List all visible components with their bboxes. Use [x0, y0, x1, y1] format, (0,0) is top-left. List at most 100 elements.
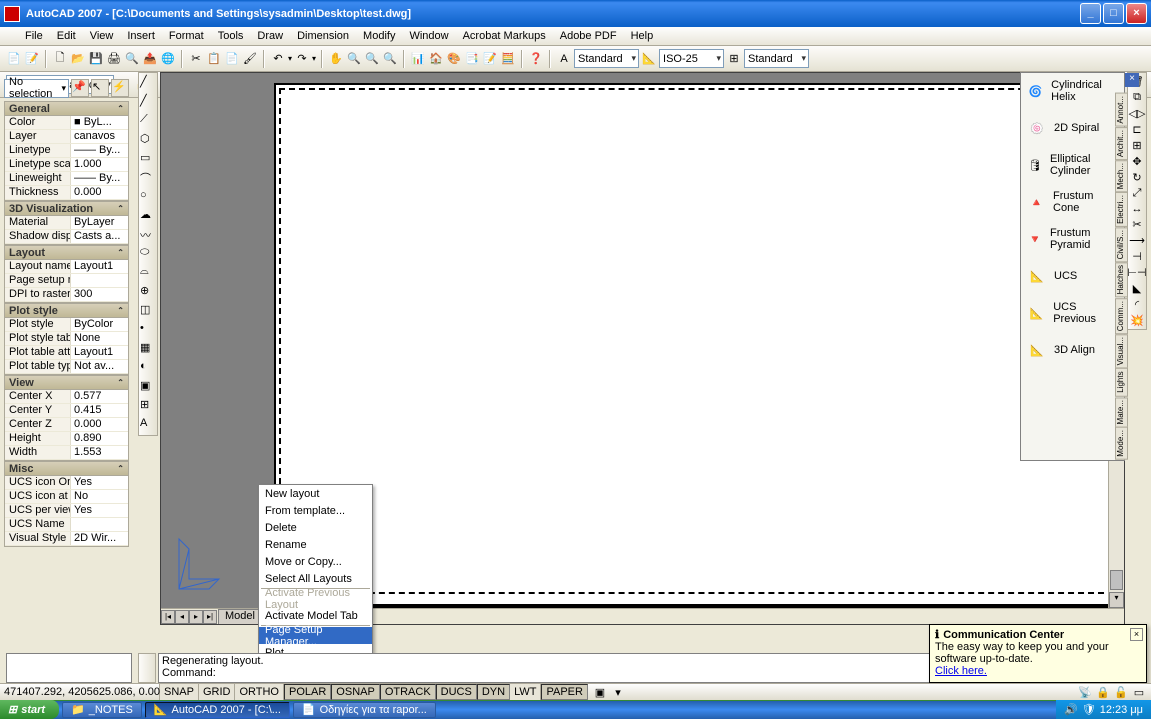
ellipse-icon[interactable]: ⬭: [140, 246, 156, 262]
palette-side-tab[interactable]: Hatches: [1115, 262, 1128, 297]
copy-icon[interactable]: 📋: [206, 51, 222, 67]
property-row[interactable]: DPI to raster300: [5, 288, 128, 302]
dcenter-icon[interactable]: 🏠: [428, 51, 444, 67]
publish-icon[interactable]: 📤: [142, 51, 158, 67]
chamfer-icon[interactable]: ◣: [1133, 282, 1141, 295]
property-row[interactable]: UCS icon OnYes: [5, 476, 128, 490]
property-value[interactable]: None: [71, 332, 128, 345]
break-icon[interactable]: ⊣: [1132, 250, 1142, 263]
property-row[interactable]: Plot styleByColor: [5, 318, 128, 332]
close-button[interactable]: ×: [1126, 3, 1147, 24]
property-value[interactable]: Yes: [71, 504, 128, 517]
status-toggle-ortho[interactable]: ORTHO: [235, 684, 284, 700]
cut-icon[interactable]: ✂: [188, 51, 204, 67]
property-row[interactable]: Center Z0.000: [5, 418, 128, 432]
plot-icon[interactable]: 🖨: [106, 51, 122, 67]
point-icon[interactable]: •: [140, 322, 156, 338]
dimstyle-combo[interactable]: ISO-25: [659, 49, 724, 68]
property-value[interactable]: ■ ByL...: [71, 116, 128, 129]
hatch-icon[interactable]: ▦: [140, 341, 156, 357]
markup-icon[interactable]: 📝: [24, 51, 40, 67]
property-row[interactable]: Layout nameLayout1: [5, 260, 128, 274]
context-menu-item[interactable]: Rename: [259, 536, 372, 553]
cleanscreen-icon[interactable]: ▭: [1131, 684, 1147, 700]
palette-item[interactable]: 🔻Frustum Pyramid: [1021, 221, 1124, 258]
redo-icon[interactable]: ↷: [294, 51, 310, 67]
extend-icon[interactable]: ⟶: [1129, 234, 1145, 247]
xline-icon[interactable]: ╱: [140, 94, 156, 110]
command-handle[interactable]: [138, 653, 156, 683]
zoom-win-icon[interactable]: 🔍: [364, 51, 380, 67]
block-icon[interactable]: ◫: [140, 303, 156, 319]
pan-icon[interactable]: ✋: [328, 51, 344, 67]
menu-acrobat[interactable]: Acrobat Markups: [456, 28, 553, 44]
model-paper-toggle-icon[interactable]: ▣: [592, 684, 608, 700]
property-value[interactable]: 0.577: [71, 390, 128, 403]
tray-icon[interactable]: 🔊: [1064, 703, 1078, 716]
palette-item[interactable]: 📐UCS Previous: [1021, 295, 1124, 332]
insert-icon[interactable]: ⊕: [140, 284, 156, 300]
toolbar-lock-icon[interactable]: 🔓: [1113, 684, 1129, 700]
tab-model[interactable]: Model: [218, 609, 262, 624]
offset-icon[interactable]: ⊏: [1132, 123, 1141, 136]
revcloud-icon[interactable]: ☁: [140, 208, 156, 224]
context-menu-item[interactable]: New layout: [259, 485, 372, 502]
tray-icon[interactable]: 🛡: [1082, 703, 1096, 716]
join-icon[interactable]: ⊢⊣: [1127, 266, 1146, 279]
paste-icon[interactable]: 📄: [224, 51, 240, 67]
status-toggle-lwt[interactable]: LWT: [510, 684, 541, 700]
stretch-icon[interactable]: ↔: [1132, 203, 1143, 215]
property-value[interactable]: canavos: [71, 130, 128, 143]
qcalc-icon[interactable]: 🧮: [500, 51, 516, 67]
save-icon[interactable]: 💾: [88, 51, 104, 67]
section-header-general[interactable]: General⌃: [4, 101, 129, 116]
tab-next-button[interactable]: ▸: [189, 610, 203, 624]
property-row[interactable]: UCS Name: [5, 518, 128, 532]
property-row[interactable]: Height0.890: [5, 432, 128, 446]
arc-icon[interactable]: ⌒: [140, 170, 156, 186]
comm-link[interactable]: Click here.: [935, 665, 987, 677]
palette-side-tab[interactable]: Mech...: [1115, 160, 1128, 192]
toggle-pickadd-icon[interactable]: 📌: [71, 79, 89, 97]
palette-item[interactable]: 📐UCS: [1021, 258, 1124, 295]
property-value[interactable]: [71, 518, 128, 531]
explode-icon[interactable]: 💥: [1130, 314, 1144, 327]
menu-format[interactable]: Format: [162, 28, 211, 44]
section-header-vis3d[interactable]: 3D Visualization⌃: [4, 201, 129, 216]
property-value[interactable]: ByColor: [71, 318, 128, 331]
property-row[interactable]: Lineweight—— By...: [5, 172, 128, 186]
pline-icon[interactable]: ⟋: [140, 113, 156, 129]
property-row[interactable]: Plot table typeNot av...: [5, 360, 128, 374]
context-menu-item[interactable]: Move or Copy...: [259, 553, 372, 570]
palette-side-tab[interactable]: Mate...: [1115, 397, 1128, 427]
ellipse-arc-icon[interactable]: ⌓: [140, 265, 156, 281]
preview-icon[interactable]: 🔍: [124, 51, 140, 67]
property-row[interactable]: MaterialByLayer: [5, 216, 128, 230]
property-row[interactable]: Width1.553: [5, 446, 128, 460]
sheetset-icon[interactable]: 📑: [464, 51, 480, 67]
property-value[interactable]: Casts a...: [71, 230, 128, 243]
copy-obj-icon[interactable]: ⧉: [1133, 91, 1141, 104]
mtext-icon[interactable]: A: [140, 417, 156, 433]
section-header-layout[interactable]: Layout⌃: [4, 245, 129, 260]
undo-icon[interactable]: ↶: [270, 51, 286, 67]
property-value[interactable]: 0.000: [71, 186, 128, 199]
tab-first-button[interactable]: |◂: [161, 610, 175, 624]
palette-item[interactable]: 🛢Elliptical Cylinder: [1021, 147, 1124, 184]
property-row[interactable]: Plot table attach...Layout1: [5, 346, 128, 360]
property-value[interactable]: 300: [71, 288, 128, 301]
property-row[interactable]: Shadow displayCasts a...: [5, 230, 128, 244]
maximize-button[interactable]: □: [1103, 3, 1124, 24]
tab-last-button[interactable]: ▸|: [203, 610, 217, 624]
circle-icon[interactable]: ○: [140, 189, 156, 205]
status-toggle-snap[interactable]: SNAP: [160, 684, 199, 700]
property-row[interactable]: Linetype—— By...: [5, 144, 128, 158]
palette-item[interactable]: 🔺Frustum Cone: [1021, 184, 1124, 221]
menu-window[interactable]: Window: [402, 28, 455, 44]
system-tray[interactable]: 🔊 🛡 12:23 μμ: [1056, 700, 1151, 719]
property-row[interactable]: Center X0.577: [5, 390, 128, 404]
property-row[interactable]: Center Y0.415: [5, 404, 128, 418]
paper-space[interactable]: [274, 83, 1119, 606]
palette-item[interactable]: 🍥2D Spiral: [1021, 110, 1124, 147]
lock-icon[interactable]: 🔒: [1095, 684, 1111, 700]
